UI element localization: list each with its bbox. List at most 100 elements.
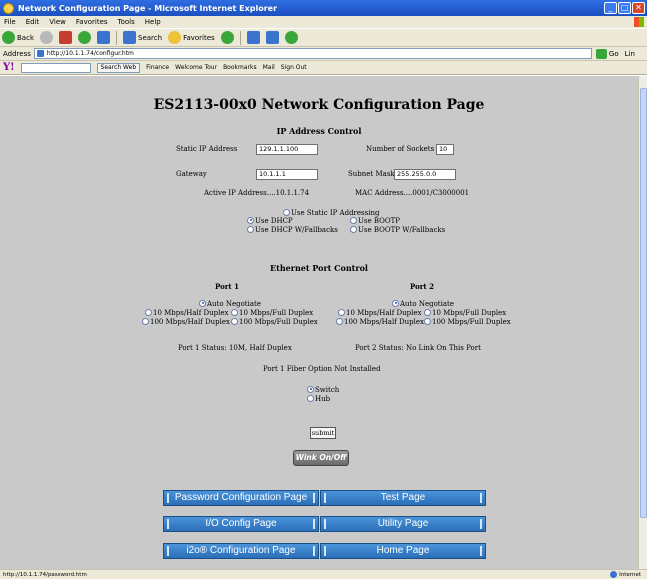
port2-100full-radio[interactable] <box>424 317 431 325</box>
bootp-fallback-radio[interactable] <box>350 225 357 233</box>
back-arrow-icon <box>2 31 15 44</box>
bookmarks-link[interactable]: Bookmarks <box>223 64 257 71</box>
links-label[interactable]: Lin <box>625 50 635 58</box>
menu-bar: File Edit View Favorites Tools Help <box>0 16 647 28</box>
minimize-button[interactable]: _ <box>604 2 617 14</box>
yahoo-logo[interactable]: Y! <box>3 62 15 73</box>
test-page-button[interactable]: Test Page <box>320 490 486 506</box>
static-ip-radio[interactable] <box>283 208 290 216</box>
password-config-button[interactable]: Password Configuration Page <box>163 490 319 506</box>
port1-auto-radio[interactable] <box>199 299 206 307</box>
vertical-scrollbar[interactable] <box>638 76 647 569</box>
menu-file[interactable]: File <box>4 18 16 26</box>
i2o-config-button[interactable]: i2o® Configuration Page <box>163 543 319 559</box>
media-button[interactable] <box>220 31 234 44</box>
static-ip-input[interactable]: 129.1.1.100 <box>256 144 318 155</box>
address-input[interactable]: http://10.1.1.74/configur.htm <box>33 48 592 59</box>
port1-auto-option[interactable]: Auto Negotiate <box>199 299 261 308</box>
port2-heading: Port 2 <box>410 282 434 291</box>
ethernet-heading: Ethernet Port Control <box>270 263 368 273</box>
home-page-button[interactable]: Home Page <box>320 543 486 559</box>
go-button[interactable]: Go <box>595 48 619 59</box>
yahoo-search-input[interactable] <box>20 62 91 73</box>
port2-100half-label: 100 Mbps/Half Duplex <box>344 318 424 326</box>
finance-link[interactable]: Finance <box>146 64 169 71</box>
port2-100half-radio[interactable] <box>336 317 343 325</box>
status-bar: http://10.1.1.74/password.htm Internet <box>0 569 647 579</box>
port2-10half-option[interactable]: 10 Mbps/Half Duplex <box>338 308 421 317</box>
mail-button[interactable] <box>246 31 260 44</box>
mail-link[interactable]: Mail <box>263 64 275 71</box>
submit-button[interactable]: submit <box>310 427 336 439</box>
port2-100half-option[interactable]: 100 Mbps/Half Duplex <box>336 317 424 326</box>
bootp-radio[interactable] <box>350 216 357 224</box>
forward-button[interactable] <box>40 31 53 44</box>
messenger-button[interactable] <box>284 31 298 44</box>
port1-10half-radio[interactable] <box>145 308 152 316</box>
search-web-button[interactable]: Search Web <box>96 62 141 73</box>
port2-10full-radio[interactable] <box>424 308 431 316</box>
menu-help[interactable]: Help <box>145 18 161 26</box>
switch-option[interactable]: Switch <box>307 385 339 394</box>
bootp-fallback-option-label: Use BOOTP W/Fallbacks <box>358 226 446 234</box>
close-button[interactable]: ✕ <box>632 2 645 14</box>
menu-view[interactable]: View <box>49 18 66 26</box>
port1-100full-radio[interactable] <box>231 317 238 325</box>
wink-button[interactable]: Wink On/Off <box>293 450 349 466</box>
port1-10half-option[interactable]: 10 Mbps/Half Duplex <box>145 308 229 317</box>
port2-auto-option[interactable]: Auto Negotiate <box>392 299 454 308</box>
menu-edit[interactable]: Edit <box>26 18 40 26</box>
favorites-label: Favorites <box>183 33 215 42</box>
home-button[interactable] <box>97 31 110 44</box>
stop-button[interactable] <box>59 31 72 44</box>
port2-auto-radio[interactable] <box>392 299 399 307</box>
port1-10full-option[interactable]: 10 Mbps/Full Duplex <box>231 308 313 317</box>
dhcp-radio[interactable] <box>247 216 254 224</box>
globe-icon <box>610 571 618 578</box>
sign-out-link[interactable]: Sign Out <box>281 64 307 71</box>
menu-tools[interactable]: Tools <box>118 18 135 26</box>
bootp-fallback-option[interactable]: Use BOOTP W/Fallbacks <box>350 225 446 234</box>
port1-100half-radio[interactable] <box>142 317 149 325</box>
dhcp-fallback-option[interactable]: Use DHCP W/Fallbacks <box>247 225 338 234</box>
refresh-button[interactable] <box>78 31 91 44</box>
window-title: Network Configuration Page - Microsoft I… <box>18 3 278 13</box>
port2-10half-radio[interactable] <box>338 308 345 316</box>
hub-option[interactable]: Hub <box>307 394 330 403</box>
dhcp-fallback-radio[interactable] <box>247 225 254 233</box>
ip-address-heading: IP Address Control <box>276 126 362 136</box>
security-zone: Internet <box>610 571 641 578</box>
gateway-label: Gateway <box>176 170 207 178</box>
static-ip-option-label: Use Static IP Addressing <box>291 209 380 217</box>
subnet-label: Subnet Mask <box>348 170 395 178</box>
port1-100full-option[interactable]: 100 Mbps/Full Duplex <box>231 317 318 326</box>
address-url: http://10.1.1.74/configur.htm <box>46 50 134 57</box>
scrollbar-thumb[interactable] <box>640 88 647 518</box>
browser-toolbar: Back Search Favorites <box>0 28 647 47</box>
search-button[interactable]: Search <box>123 31 162 44</box>
port2-10full-option[interactable]: 10 Mbps/Full Duplex <box>424 308 506 317</box>
port1-100half-option[interactable]: 100 Mbps/Half Duplex <box>142 317 230 326</box>
io-config-button[interactable]: I/O Config Page <box>163 516 319 532</box>
gateway-input[interactable]: 10.1.1.1 <box>256 169 318 180</box>
port1-10full-radio[interactable] <box>231 308 238 316</box>
welcome-tour-link[interactable]: Welcome Tour <box>175 64 217 71</box>
go-label: Go <box>608 49 619 58</box>
maximize-button[interactable]: □ <box>618 2 631 14</box>
port2-100full-option[interactable]: 100 Mbps/Full Duplex <box>424 317 511 326</box>
utility-page-button[interactable]: Utility Page <box>320 516 486 532</box>
back-button[interactable]: Back <box>2 31 34 44</box>
favorites-button[interactable]: Favorites <box>168 31 215 44</box>
dhcp-option[interactable]: Use DHCP <box>247 216 293 225</box>
menu-favorites[interactable]: Favorites <box>76 18 108 26</box>
port2-status: Port 2 Status: No Link On This Port <box>355 344 481 352</box>
static-ip-label: Static IP Address <box>176 145 238 153</box>
bootp-option[interactable]: Use BOOTP <box>350 216 400 225</box>
port1-10half-label: 10 Mbps/Half Duplex <box>153 309 229 317</box>
hub-radio[interactable] <box>307 394 314 402</box>
switch-radio[interactable] <box>307 385 314 393</box>
sockets-input[interactable]: 10 <box>436 144 454 155</box>
static-ip-option[interactable]: Use Static IP Addressing <box>283 208 380 217</box>
print-button[interactable] <box>265 31 279 44</box>
subnet-input[interactable]: 255.255.0.0 <box>394 169 456 180</box>
